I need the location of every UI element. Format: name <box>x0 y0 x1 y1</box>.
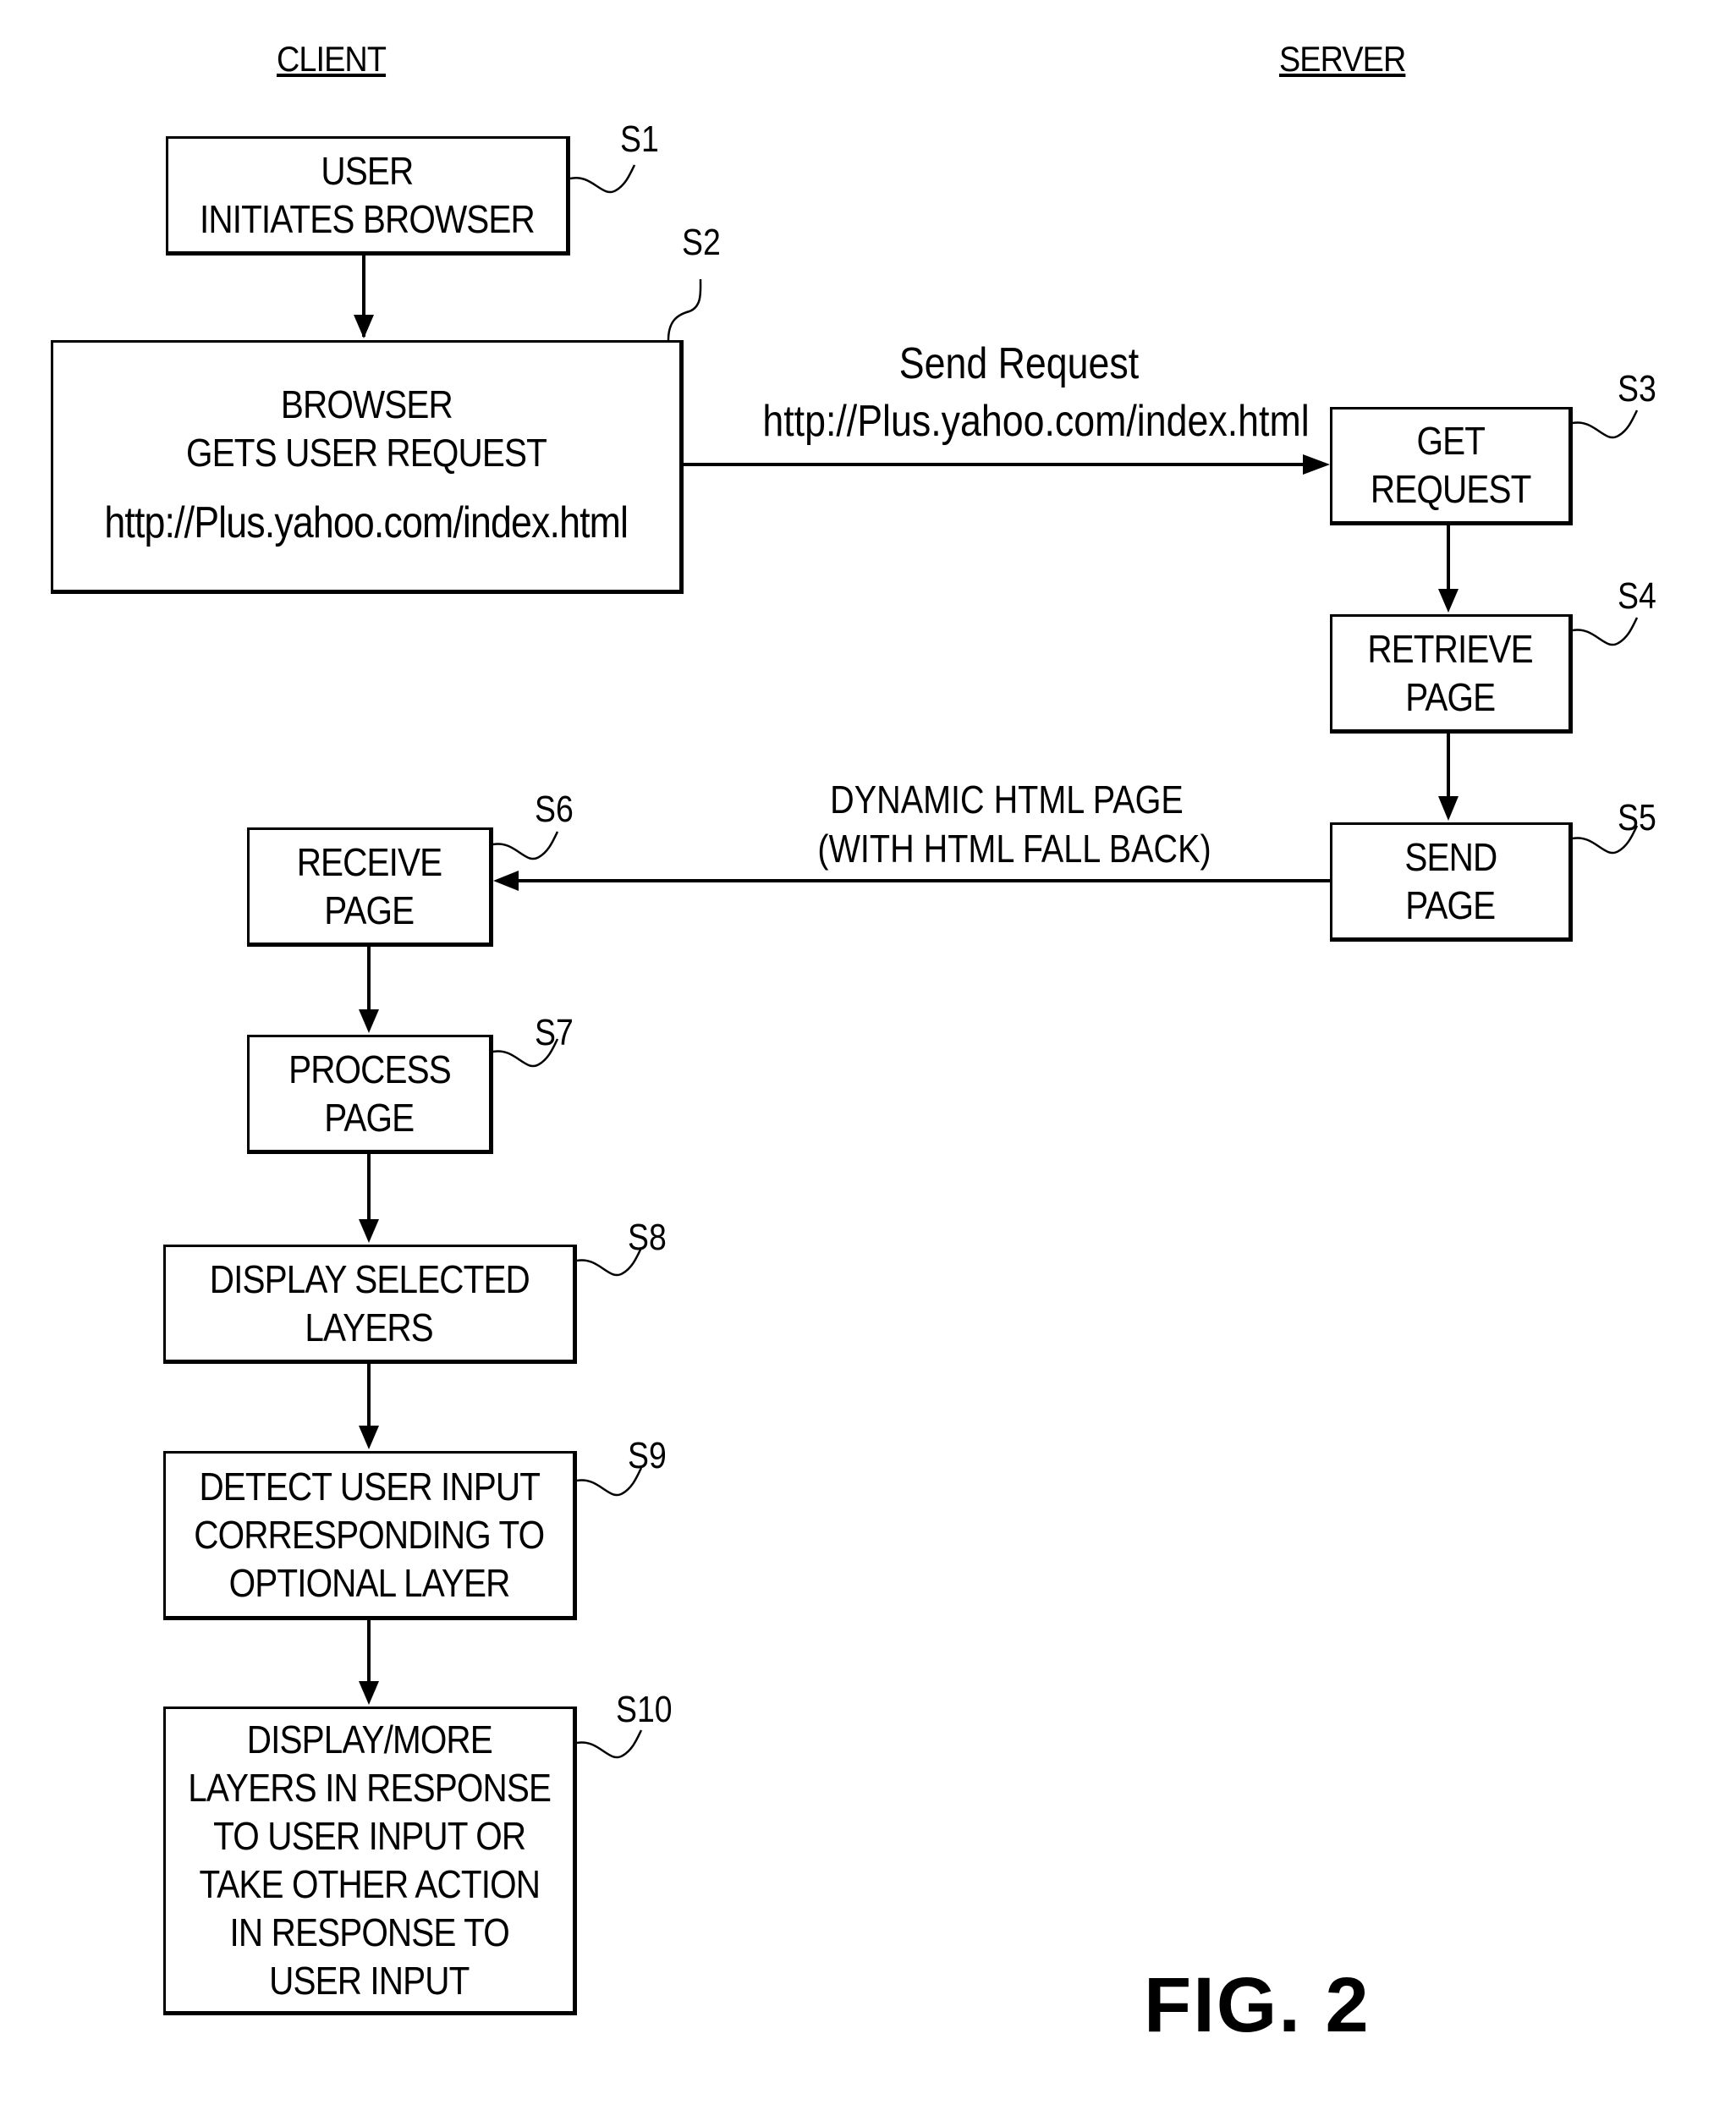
step-s5-line: PAGE <box>1405 882 1497 927</box>
step-s10-line: TO USER INPUT OR <box>212 1813 526 1858</box>
step-s10-line: LAYERS IN RESPONSE <box>188 1765 552 1810</box>
leader-s10 <box>576 1729 643 1759</box>
step-s3-line: GET <box>1416 419 1485 463</box>
step-s6-line: RECEIVE <box>296 839 442 884</box>
step-s7-line: PAGE <box>324 1095 415 1140</box>
arrowhead-s7-s8 <box>359 1219 379 1243</box>
step-box-s10: DISPLAY/MORE LAYERS IN RESPONSE TO USER … <box>163 1707 577 2015</box>
leader-s2 <box>667 278 702 341</box>
step-s3-line: REQUEST <box>1370 467 1531 511</box>
step-s10-line: TAKE OTHER ACTION <box>199 1861 541 1906</box>
step-s8-line: LAYERS <box>305 1305 434 1349</box>
arrowhead-s6-s7 <box>359 1009 379 1033</box>
step-id-s9: S9 <box>628 1435 667 1476</box>
arrowhead-s4-s5 <box>1438 796 1459 821</box>
step-s2-url: http://Plus.yahoo.com/index.html <box>104 498 629 547</box>
step-box-s3: GET REQUEST <box>1330 407 1573 525</box>
step-s10-line: USER INPUT <box>269 1958 470 2003</box>
step-box-s1: USER INITIATES BROWSER <box>166 136 570 256</box>
client-column-label: CLIENT <box>277 39 387 79</box>
step-s1-line: USER <box>321 148 415 193</box>
response-subtitle: (WITH HTML FALL BACK) <box>817 827 1211 871</box>
step-id-s5: S5 <box>1618 797 1656 838</box>
step-s8-line: DISPLAY SELECTED <box>209 1256 530 1301</box>
arrowhead-s1-s2 <box>354 315 374 338</box>
step-s4-line: PAGE <box>1405 674 1497 719</box>
step-id-s8: S8 <box>628 1217 667 1258</box>
step-box-s6: RECEIVE PAGE <box>247 827 493 947</box>
step-s6-line: PAGE <box>324 888 415 932</box>
step-s1-line: INITIATES BROWSER <box>200 196 536 241</box>
server-column-label: SERVER <box>1279 39 1406 79</box>
step-box-s5: SEND PAGE <box>1330 822 1573 942</box>
step-id-s2: S2 <box>682 222 721 263</box>
step-box-s9: DETECT USER INPUT CORRESPONDING TO OPTIO… <box>163 1451 577 1620</box>
leader-s4 <box>1572 617 1639 646</box>
step-s2-line: BROWSER <box>280 382 453 426</box>
arrowhead-s3-s4 <box>1438 589 1459 613</box>
request-url: http://Plus.yahoo.com/index.html <box>762 397 1310 446</box>
arrowhead-s9-s10 <box>359 1681 379 1705</box>
step-id-s4: S4 <box>1618 575 1656 617</box>
step-s9-line: DETECT USER INPUT <box>199 1464 541 1509</box>
leader-s1 <box>569 164 636 194</box>
arrowhead-s5-s6 <box>493 871 519 891</box>
step-box-s7: PROCESS PAGE <box>247 1035 493 1154</box>
step-box-s8: DISPLAY SELECTED LAYERS <box>163 1245 577 1364</box>
response-title: DYNAMIC HTML PAGE <box>830 778 1184 822</box>
step-s10-line: IN RESPONSE TO <box>229 1910 509 1954</box>
arrowhead-s2-s3 <box>1303 454 1330 475</box>
step-s9-line: OPTIONAL LAYER <box>228 1560 511 1605</box>
step-id-s10: S10 <box>616 1689 673 1730</box>
step-box-s2: BROWSER GETS USER REQUEST http://Plus.ya… <box>51 340 684 594</box>
request-title: Send Request <box>898 339 1140 388</box>
leader-s3 <box>1572 409 1639 439</box>
step-s5-line: SEND <box>1404 834 1497 879</box>
step-s9-line: CORRESPONDING TO <box>194 1512 545 1557</box>
step-s7-line: PROCESS <box>288 1047 452 1091</box>
step-s2-line: GETS USER REQUEST <box>186 431 547 475</box>
step-id-s1: S1 <box>620 118 659 160</box>
step-s10-line: DISPLAY/MORE <box>246 1717 492 1761</box>
response-flow-label: DYNAMIC HTML PAGE (WITH HTML FALL BACK) <box>787 775 1227 873</box>
step-s4-line: RETRIEVE <box>1367 626 1534 671</box>
step-id-s7: S7 <box>535 1012 574 1053</box>
request-flow-label: Send Request http://Plus.yahoo.com/index… <box>721 335 1317 450</box>
arrowhead-s8-s9 <box>359 1426 379 1449</box>
step-id-s3: S3 <box>1618 368 1656 409</box>
leader-s6 <box>492 831 559 860</box>
figure-label: FIG. 2 <box>1144 1962 1371 2048</box>
step-id-s6: S6 <box>535 789 574 830</box>
step-box-s4: RETRIEVE PAGE <box>1330 614 1573 734</box>
